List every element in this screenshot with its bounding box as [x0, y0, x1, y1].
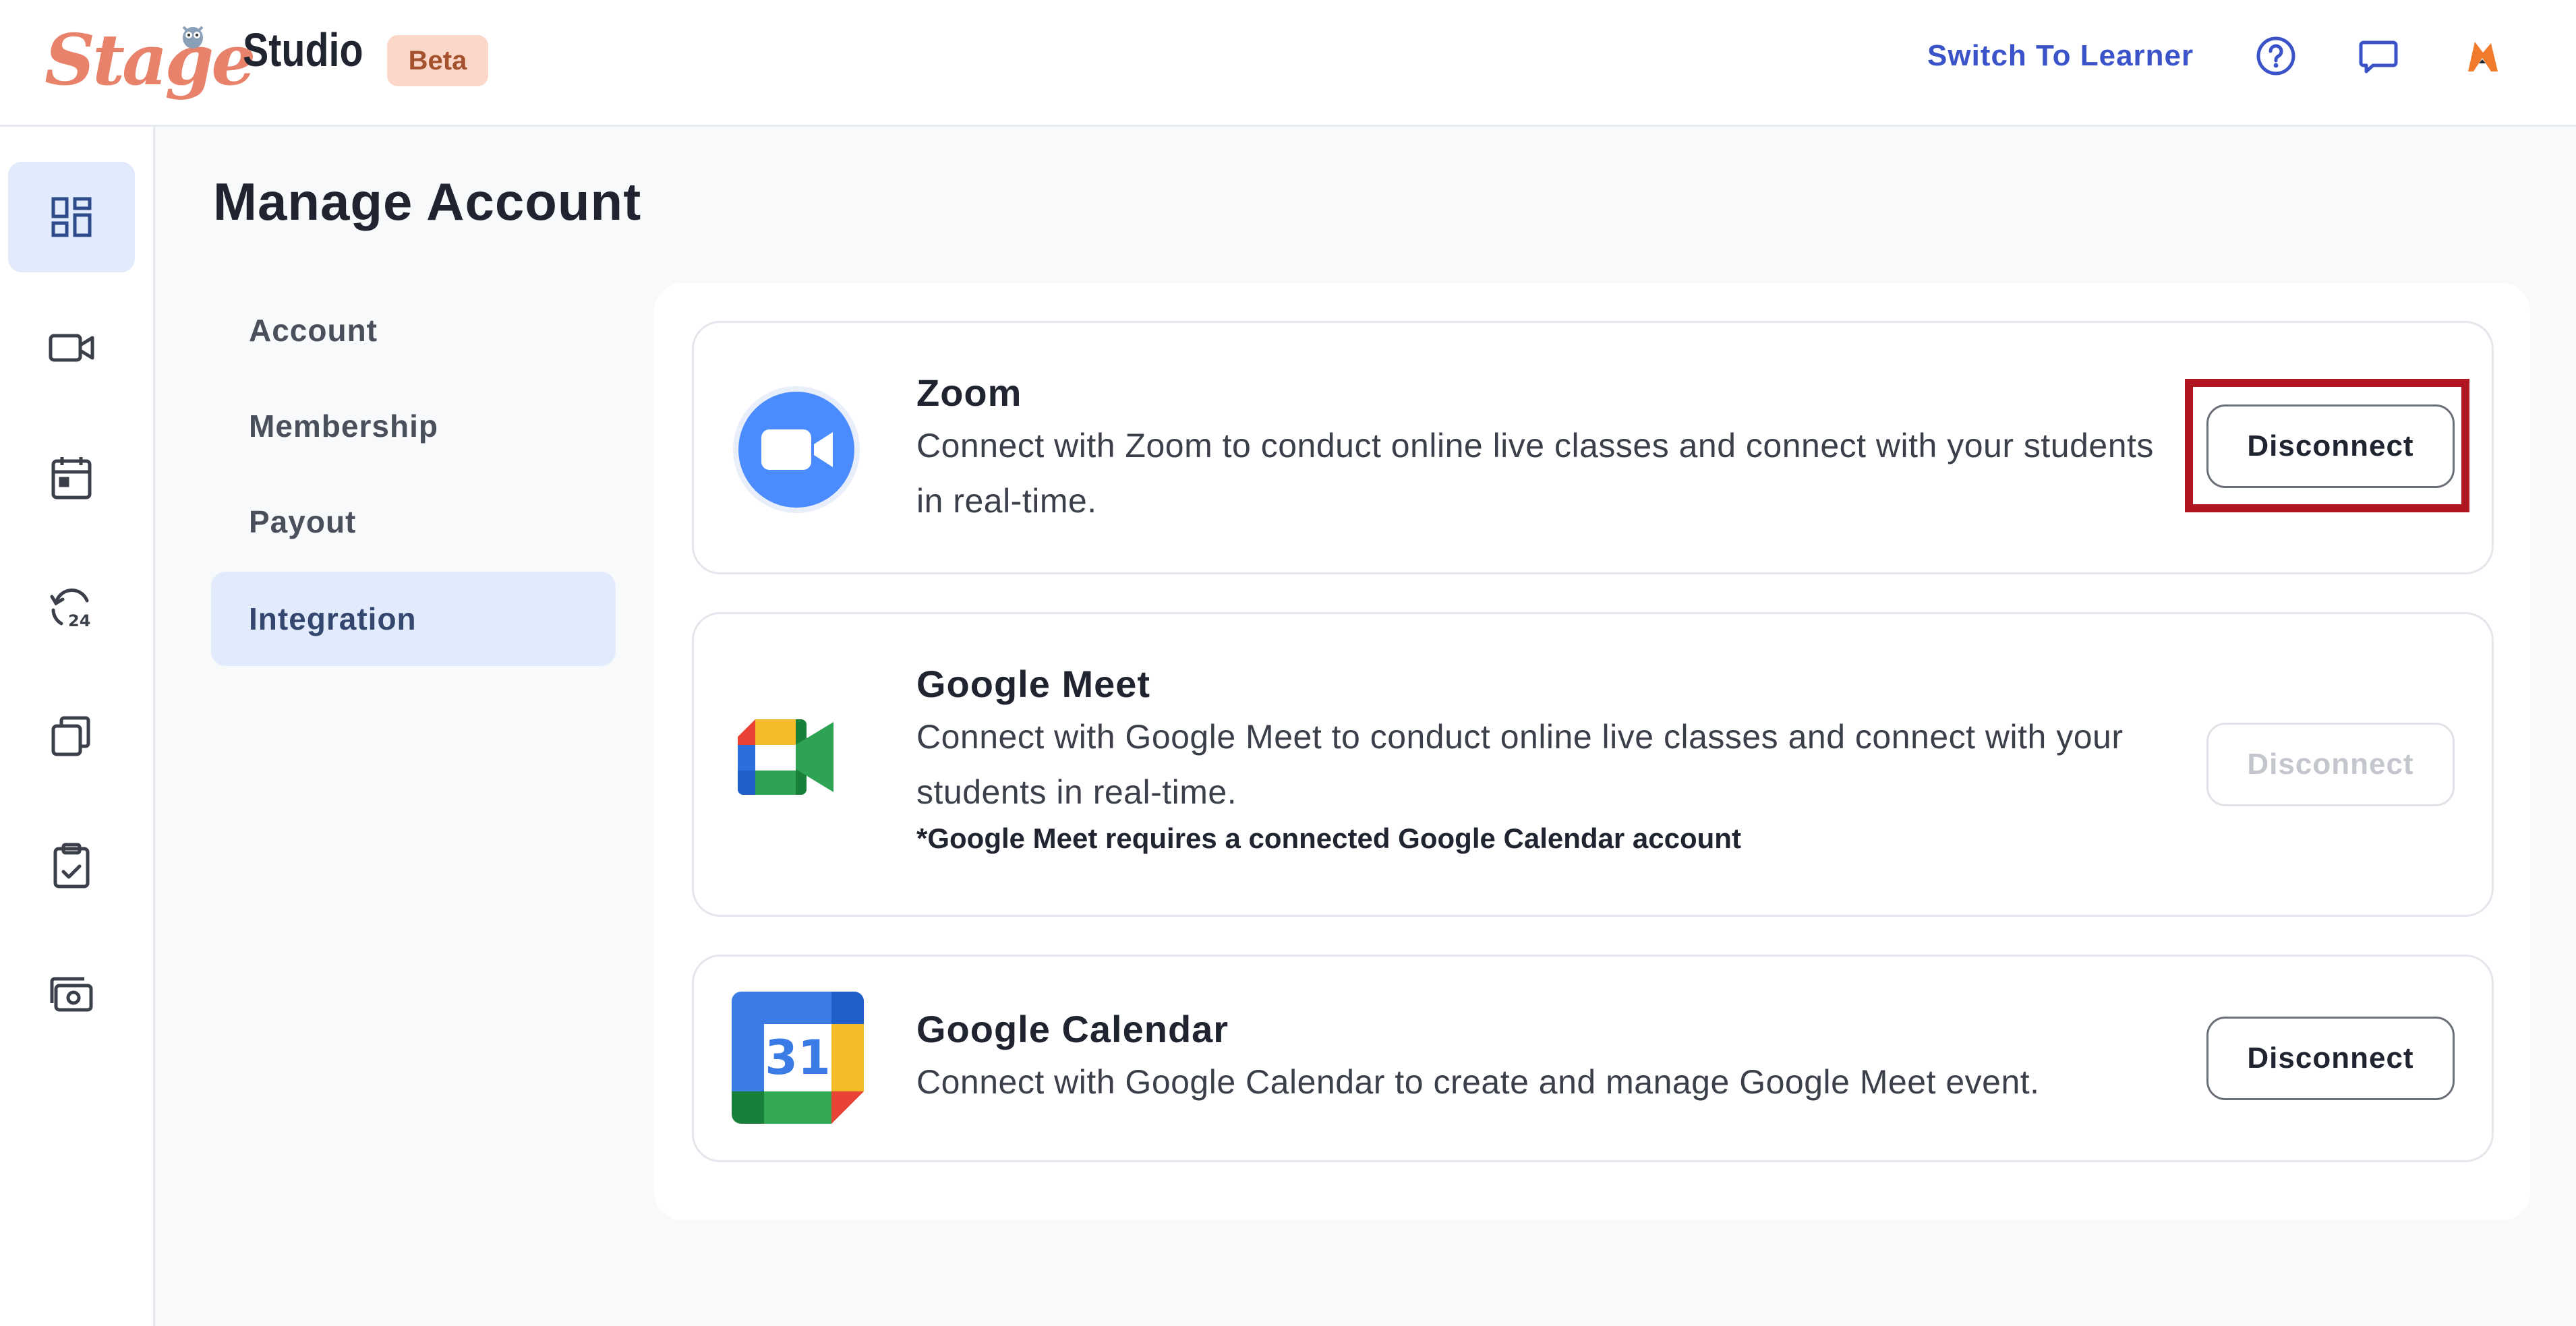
google-calendar-description: Connect with Google Calendar to create a…	[916, 1062, 2040, 1101]
avatar[interactable]	[2457, 31, 2507, 81]
highlight-box	[2185, 379, 2469, 512]
zoom-text: Zoom Connect with Zoom to conduct online…	[916, 369, 2184, 529]
google-calendar-disconnect-button[interactable]: Disconnect	[2206, 1017, 2455, 1100]
subnav-item-payout[interactable]: Payout	[211, 475, 616, 569]
video-camera-icon	[49, 334, 94, 362]
svg-text:24: 24	[68, 611, 90, 630]
zoom-title: Zoom	[916, 371, 1022, 414]
google-calendar-text: Google Calendar Connect with Google Cale…	[916, 1005, 2184, 1110]
switch-to-learner-link[interactable]: Switch To Learner	[1927, 39, 2194, 73]
stage-logo[interactable]: Stage	[45, 12, 256, 107]
zoom-description: Connect with Zoom to conduct online live…	[916, 426, 2154, 520]
copy-icon	[51, 716, 90, 756]
zoom-icon	[732, 385, 861, 514]
money-icon	[50, 977, 93, 1012]
google-meet-description: Connect with Google Meet to conduct onli…	[916, 717, 2124, 811]
calendar-day-number: 31	[765, 1030, 830, 1085]
sidebar-item-payments[interactable]	[8, 940, 135, 1050]
top-header: Stage Studio Beta Switch To Learner	[0, 0, 2576, 127]
google-meet-title: Google Meet	[916, 663, 1151, 705]
clipboard-check-icon	[53, 843, 90, 888]
google-meet-note: *Google Meet requires a connected Google…	[916, 822, 1741, 854]
sidebar-item-content[interactable]	[8, 681, 135, 791]
help-icon[interactable]	[2251, 31, 2301, 81]
page-title: Manage Account	[213, 172, 642, 231]
subnav-item-membership[interactable]: Membership	[211, 379, 616, 473]
history-24-icon: 24	[50, 589, 90, 630]
dashboard-icon	[51, 197, 92, 237]
logo-text: Stage	[45, 18, 256, 101]
sidebar-item-dashboard[interactable]	[8, 162, 135, 272]
chat-icon[interactable]	[2353, 31, 2403, 81]
studio-label: Studio	[243, 24, 363, 76]
google-meet-disconnect-button[interactable]: Disconnect	[2206, 723, 2455, 806]
sidebar-item-assignments[interactable]	[8, 810, 135, 921]
beta-badge: Beta	[387, 35, 488, 86]
calendar-icon	[51, 457, 92, 500]
google-meet-icon	[732, 710, 840, 804]
left-sidebar: 24	[0, 127, 155, 1326]
google-calendar-icon: 31	[732, 992, 864, 1124]
sidebar-item-live-classes[interactable]	[8, 293, 135, 403]
subnav-item-account[interactable]: Account	[211, 283, 616, 378]
sidebar-item-recordings[interactable]: 24	[8, 551, 135, 662]
page: Stage Studio Beta Switch To Learner 24 M…	[0, 0, 2576, 1326]
subnav-item-integration[interactable]: Integration	[211, 572, 616, 666]
owl-icon	[182, 26, 204, 49]
google-calendar-title: Google Calendar	[916, 1008, 1229, 1050]
sidebar-item-calendar[interactable]	[8, 422, 135, 533]
google-meet-text: Google Meet Connect with Google Meet to …	[916, 660, 2184, 855]
